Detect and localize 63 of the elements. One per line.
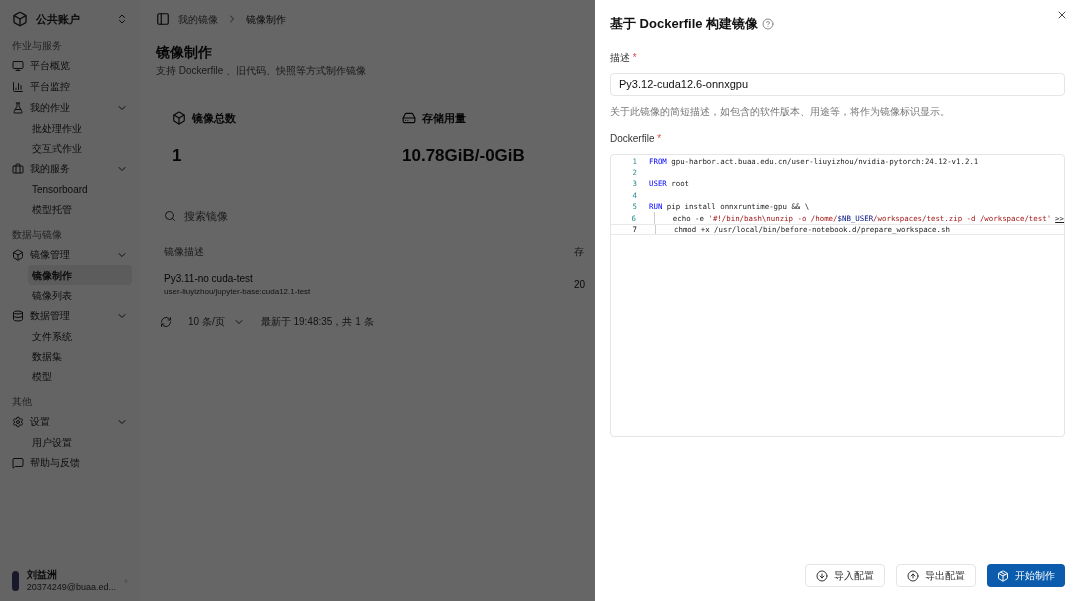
search-field[interactable]: 搜索镜像 [184, 207, 326, 225]
action-button[interactable]: 导入配置 [805, 564, 885, 587]
description-input[interactable]: Py3.12-cuda12.6-onnxgpu [610, 72, 1065, 96]
monitor-icon [12, 59, 24, 72]
column-header[interactable]: 镜像描述 [164, 244, 204, 259]
nav-subitem[interactable]: 文件系统 [28, 326, 132, 346]
nav-item[interactable]: 设置 [8, 411, 132, 432]
image-title: Py3.11-no cuda-test [164, 272, 253, 286]
page-subtitle: 支持 Dockerfile 、旧代码、快照等方式制作镜像 [156, 64, 366, 78]
flask-icon [12, 101, 24, 114]
nav-subitem[interactable]: 交互式作业 [28, 138, 132, 158]
action-button[interactable]: 开始制作 [987, 564, 1065, 587]
code-editor[interactable] [610, 153, 1065, 437]
nav-item[interactable]: 我的作业 [8, 97, 132, 118]
settings-icon [12, 415, 24, 428]
pagination-status: 最新于 19:48:35，共 1 条 [260, 315, 374, 329]
close-icon[interactable] [1056, 9, 1068, 21]
field-label: 描述 * [610, 51, 637, 63]
breadcrumb-link[interactable]: 我的镜像 [178, 11, 218, 27]
stat-value: 10.78GiB/-0GiB [402, 144, 525, 167]
column-header[interactable]: 存 [574, 244, 584, 259]
briefcase-icon [12, 162, 24, 175]
page-title: 镜像制作 [156, 43, 212, 62]
cube-icon [172, 111, 186, 126]
nav-subitem[interactable]: 镜像制作 [28, 265, 132, 285]
message-icon [12, 456, 24, 469]
stat-value: 1 [172, 144, 182, 167]
nav-item[interactable]: 帮助与反馈 [8, 452, 132, 473]
search-icon [164, 210, 176, 222]
database-icon [12, 309, 24, 322]
account-name: 公共账户 [36, 11, 81, 27]
cube-icon [12, 248, 24, 261]
nav-item[interactable]: 数据管理 [8, 305, 132, 326]
drive-icon [402, 111, 416, 126]
package-icon [997, 569, 1009, 582]
nav-subitem[interactable]: 数据集 [28, 346, 132, 366]
nav-subitem[interactable]: 批处理作业 [28, 118, 132, 138]
nav-subitem[interactable]: Tensorboard [28, 179, 132, 199]
user-email: 20374249@buaa.ed... [26, 581, 116, 593]
field-hint: 关于此镜像的简短描述，如包含的软件版本、用途等，将作为镜像标识显示。 [610, 104, 951, 119]
table-cell-text: 20 [574, 278, 586, 292]
drawer-title: 基于 Dockerfile 构建镜像 [610, 15, 759, 33]
nav-subitem[interactable]: 镜像列表 [28, 285, 132, 305]
user-name: 刘益洲 [26, 569, 58, 582]
stat-label: 存储用量 [422, 111, 466, 126]
nav-item[interactable]: 平台概览 [8, 55, 132, 76]
nav-subitem[interactable]: 模型托管 [28, 199, 132, 219]
refresh-icon[interactable] [160, 315, 172, 328]
field-label: Dockerfile * [610, 132, 662, 144]
help-icon[interactable] [762, 17, 775, 30]
action-button[interactable]: 导出配置 [896, 564, 976, 587]
nav-subitem[interactable]: 模型 [28, 366, 132, 386]
sidebar-toggle-icon[interactable] [156, 12, 170, 26]
nav-subitem[interactable]: 用户设置 [28, 432, 132, 452]
nav-item[interactable]: 平台监控 [8, 76, 132, 97]
breadcrumb-link[interactable]: 镜像制作 [246, 11, 286, 27]
bar-chart-icon [12, 80, 24, 93]
logo-icon [12, 11, 28, 27]
image-address: user-liuyizhou/jupyter-base:cuda12.1-test [164, 286, 311, 298]
nav-item[interactable]: 镜像管理 [8, 244, 132, 265]
stat-label: 镜像总数 [192, 111, 236, 126]
nav-item[interactable]: 我的服务 [8, 158, 132, 179]
page-size-select[interactable]: 10 条/页 [188, 314, 245, 329]
